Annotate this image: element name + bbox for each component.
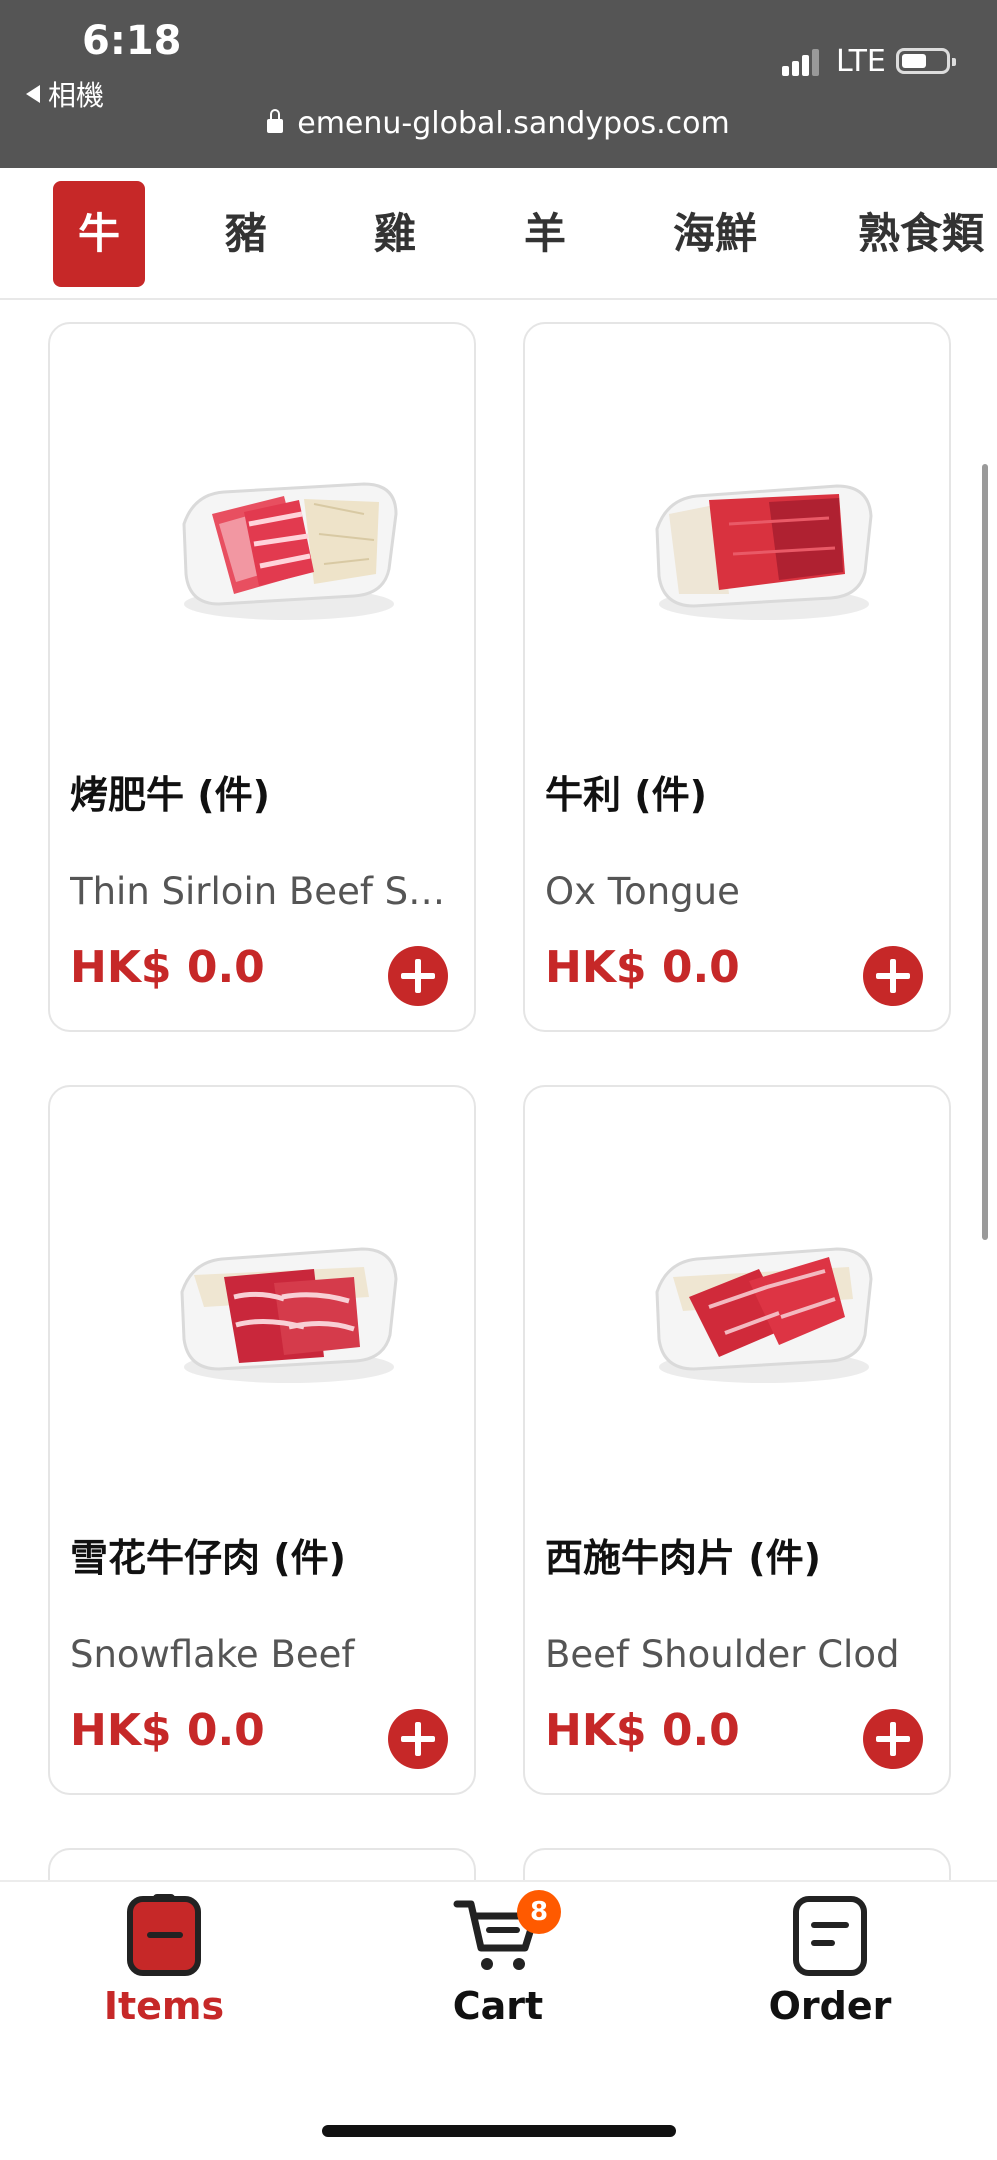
product-description: Thin Sirloin Beef Slices <box>70 870 450 913</box>
home-indicator <box>322 2125 676 2137</box>
product-name: 牛利 (件) <box>545 773 707 817</box>
nav-order-label: Order <box>768 1984 892 2028</box>
nav-order[interactable]: Order <box>730 1896 930 2028</box>
tab-cooked-food[interactable]: 熟食類 <box>858 168 997 300</box>
tab-pork[interactable]: 豬 <box>200 168 292 300</box>
product-name: 烤肥牛 (件) <box>70 773 270 817</box>
fatty-beef-slices-image <box>182 482 398 620</box>
cart-icon: 8 <box>453 1890 561 1976</box>
items-icon <box>127 1894 201 1976</box>
tab-beef[interactable]: 牛 <box>53 181 145 287</box>
back-arrow-icon <box>26 85 40 103</box>
product-name: 西施牛肉片 (件) <box>545 1536 821 1580</box>
product-description: Beef Shoulder Clod <box>545 1633 900 1676</box>
beef-shoulder-clod-image <box>655 1247 873 1383</box>
category-tabs: 牛 豬 雞 羊 海鮮 熟食類 <box>0 168 997 300</box>
nav-cart[interactable]: 8 Cart <box>398 1890 598 2028</box>
scrollbar[interactable] <box>982 464 988 1240</box>
product-price: HK$ 0.0 <box>545 942 740 993</box>
product-price: HK$ 0.0 <box>70 942 265 993</box>
product-price: HK$ 0.0 <box>70 1705 265 1756</box>
product-description: Snowflake Beef <box>70 1633 355 1676</box>
add-to-cart-button[interactable] <box>388 1709 448 1769</box>
signal-icon <box>782 46 822 76</box>
add-to-cart-button[interactable] <box>388 946 448 1006</box>
add-to-cart-button[interactable] <box>863 1709 923 1769</box>
tab-chicken[interactable]: 雞 <box>349 168 441 300</box>
url-text: emenu-global.sandypos.com <box>297 106 730 141</box>
tab-lamb[interactable]: 羊 <box>499 168 591 300</box>
product-description: Ox Tongue <box>545 870 740 913</box>
product-card[interactable]: 牛利 (件) Ox Tongue HK$ 0.0 <box>523 322 951 1032</box>
product-card[interactable]: 西施牛肉片 (件) Beef Shoulder Clod HK$ 0.0 <box>523 1085 951 1795</box>
clock: 6:18 <box>82 18 182 64</box>
product-card[interactable]: 雪花牛仔肉 (件) Snowflake Beef HK$ 0.0 <box>48 1085 476 1795</box>
nav-cart-label: Cart <box>452 1984 544 2028</box>
nav-items[interactable]: Items <box>64 1894 264 2028</box>
product-price: HK$ 0.0 <box>545 1705 740 1756</box>
ox-tongue-image <box>655 484 873 620</box>
address-bar[interactable]: emenu-global.sandypos.com <box>0 106 997 141</box>
tab-seafood[interactable]: 海鮮 <box>660 168 770 300</box>
product-name: 雪花牛仔肉 (件) <box>70 1536 346 1580</box>
lock-icon <box>267 109 284 133</box>
snowflake-beef-image <box>180 1247 398 1383</box>
add-to-cart-button[interactable] <box>863 946 923 1006</box>
nav-items-label: Items <box>103 1984 225 2028</box>
network-type: LTE <box>836 44 886 79</box>
status-bar: 6:18 相機 LTE emenu-global.sandypos.com <box>0 0 997 168</box>
order-icon <box>793 1896 867 1976</box>
cart-count-badge: 8 <box>517 1890 561 1934</box>
battery-icon <box>896 48 956 74</box>
product-card[interactable]: 烤肥牛 (件) Thin Sirloin Beef Slices HK$ 0.0 <box>48 322 476 1032</box>
bottom-nav: Items 8 Cart Order <box>0 1880 997 2160</box>
